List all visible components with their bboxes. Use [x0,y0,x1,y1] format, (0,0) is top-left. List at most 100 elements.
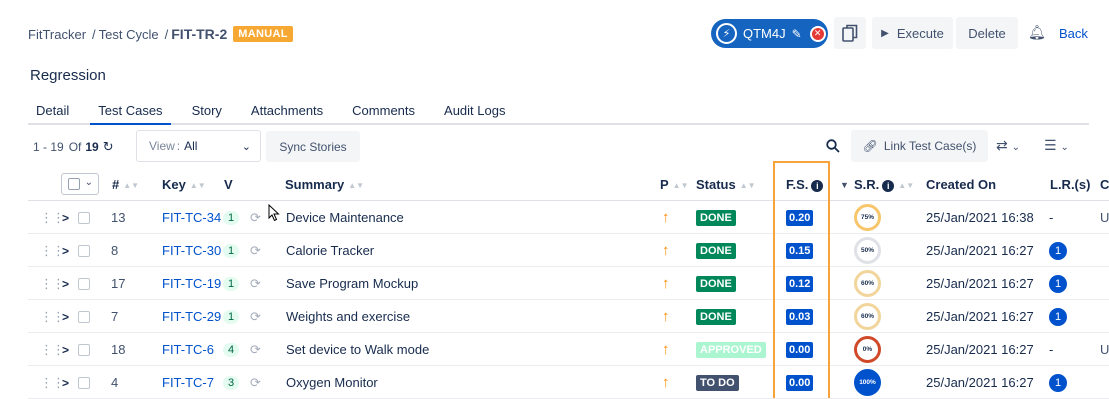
col-created-on[interactable]: Created On [926,177,996,192]
table-row[interactable]: ⋮⋮ > 13 FIT-TC-34 1 ⟳ Device Maintenance… [28,201,1109,234]
priority-arrow-icon: ↑ [662,374,670,391]
test-case-key-link[interactable]: FIT-TC-34 [162,201,221,234]
sync-icon[interactable]: ⟳ [250,333,261,366]
tab-story[interactable]: Story [184,100,230,125]
tab-audit-logs[interactable]: Audit Logs [436,100,513,125]
col-priority[interactable]: P ▲▼ [660,177,689,192]
lr-count-pill[interactable]: 1 [1049,373,1067,392]
chevron-down-icon: ⌄ [241,140,251,153]
row-number: 17 [111,276,126,291]
test-case-key-link[interactable]: FIT-TC-29 [162,300,221,333]
sync-icon[interactable]: ⟳ [250,300,261,333]
last-run[interactable]: - [1049,333,1053,366]
link-test-cases-button[interactable]: 🔗︎ Link Test Case(s) [851,130,988,162]
table-header: ⌄ # ▲▼ Key ▲▼ V Summary ▲▼ P ▲▼ Status ▲▼ F.S… [28,168,1109,201]
tab-test-cases[interactable]: Test Cases [90,100,171,125]
lr-count-pill[interactable]: 1 [1049,241,1067,260]
bell-icon[interactable]: 🔔︎ [1028,24,1046,41]
drag-handle-icon[interactable]: ⋮⋮ [40,300,65,333]
last-run[interactable]: 1 [1049,366,1067,399]
sr-progress-ring: 100% [854,366,881,399]
sort-icon[interactable]: ▼ [836,177,849,192]
version-badge: 3 [223,366,240,399]
col-sr[interactable]: S.R. i ▲▼ [854,177,914,192]
sync-stories-button[interactable]: Sync Stories [266,131,360,162]
lr-count-pill[interactable]: 1 [1049,307,1067,326]
select-all-checkbox[interactable]: ⌄ [61,173,99,195]
back-link[interactable]: Back [1059,26,1088,41]
copy-button[interactable] [834,17,866,49]
tab-attachments[interactable]: Attachments [243,100,331,125]
table-row[interactable]: ⋮⋮ > 18 FIT-TC-6 4 ⟳ Set device to Walk … [28,333,1109,366]
breadcrumb-separator: / [164,26,169,42]
row-number: 4 [111,375,119,390]
row-checkbox[interactable] [78,366,90,399]
play-icon: ▶ [881,27,889,39]
expand-chevron-icon[interactable]: > [62,201,69,234]
test-case-key-link[interactable]: FIT-TC-6 [162,333,214,366]
info-icon[interactable]: i [882,180,895,192]
tab-detail[interactable]: Detail [28,100,77,125]
row-checkbox[interactable] [78,234,90,267]
drag-handle-icon[interactable]: ⋮⋮ [40,267,65,300]
status-label: APPROVED [696,341,766,358]
row-checkbox[interactable] [78,300,90,333]
filter-icon[interactable]: ☰ ⌄ [1044,137,1069,154]
col-num[interactable]: # ▲▼ [112,177,139,192]
priority-arrow-icon: ↑ [662,341,670,358]
table-row[interactable]: ⋮⋮ > 8 FIT-TC-30 1 ⟳ Calorie Tracker ↑ D… [28,234,1109,267]
expand-chevron-icon[interactable]: > [62,366,69,399]
sync-icon[interactable]: ⟳ [250,366,261,399]
version-badge: 4 [223,333,240,366]
table-row[interactable]: ⋮⋮ > 17 FIT-TC-19 1 ⟳ Save Program Mocku… [28,267,1109,300]
sync-icon[interactable]: ⟳ [250,201,261,234]
last-run[interactable]: 1 [1049,267,1067,300]
edit-icon[interactable]: ✎ [792,27,802,41]
view-select[interactable]: View : All ⌄ [136,130,261,162]
col-lr[interactable]: L.R.(s) [1050,177,1090,192]
expand-chevron-icon[interactable]: > [62,300,69,333]
sync-icon[interactable]: ⟳ [250,234,261,267]
sync-icon[interactable]: ⟳ [250,267,261,300]
status-label: DONE [696,209,736,226]
breadcrumb-section[interactable]: Test Cycle [99,27,159,42]
delete-button[interactable]: Delete [956,17,1018,49]
row-checkbox[interactable] [78,333,90,366]
sr-value: 75% [854,204,881,231]
last-run[interactable]: 1 [1049,234,1067,267]
drag-handle-icon[interactable]: ⋮⋮ [40,201,65,234]
drag-handle-icon[interactable]: ⋮⋮ [40,366,65,399]
col-summary[interactable]: Summary ▲▼ [285,177,364,192]
execute-button[interactable]: ▶ Execute [872,17,953,49]
col-status[interactable]: Status ▲▼ [696,177,756,192]
test-case-key-link[interactable]: FIT-TC-19 [162,267,221,300]
tab-comments[interactable]: Comments [344,100,423,125]
drag-handle-icon[interactable]: ⋮⋮ [40,234,65,267]
close-icon[interactable]: ✕ [809,25,826,42]
last-run[interactable]: - [1049,201,1053,234]
refresh-icon[interactable]: ↻ [103,139,114,155]
row-checkbox[interactable] [78,267,90,300]
created-on: 25/Jan/2021 16:27 [926,276,1034,291]
search-icon[interactable] [826,139,840,156]
table-row[interactable]: ⋮⋮ > 4 FIT-TC-7 3 ⟳ Oxygen Monitor ↑ TO … [28,366,1109,399]
qtm4j-button[interactable]: ⚡ QTM4J ✎ ✕ [711,19,828,48]
lr-count-pill[interactable]: 1 [1049,274,1067,293]
sr-progress-ring: 0% [854,333,881,366]
col-key[interactable]: Key ▲▼ [162,177,206,192]
expand-chevron-icon[interactable]: > [62,267,69,300]
test-case-key-link[interactable]: FIT-TC-30 [162,234,221,267]
priority-arrow-icon: ↑ [662,209,670,226]
table-row[interactable]: ⋮⋮ > 7 FIT-TC-29 1 ⟳ Weights and exercis… [28,300,1109,333]
shuffle-icon[interactable]: ⇄ ⌄ [996,137,1020,154]
version-number: 1 [223,309,240,324]
expand-chevron-icon[interactable]: > [62,333,69,366]
test-case-key-link[interactable]: FIT-TC-7 [162,366,214,399]
breadcrumb-project[interactable]: FitTracker [28,27,86,42]
drag-handle-icon[interactable]: ⋮⋮ [40,333,65,366]
qtm4j-logo-icon: ⚡ [716,23,737,44]
expand-chevron-icon[interactable]: > [62,234,69,267]
row-checkbox[interactable] [78,201,90,234]
page-title: Regression [30,67,106,84]
last-run[interactable]: 1 [1049,300,1067,333]
